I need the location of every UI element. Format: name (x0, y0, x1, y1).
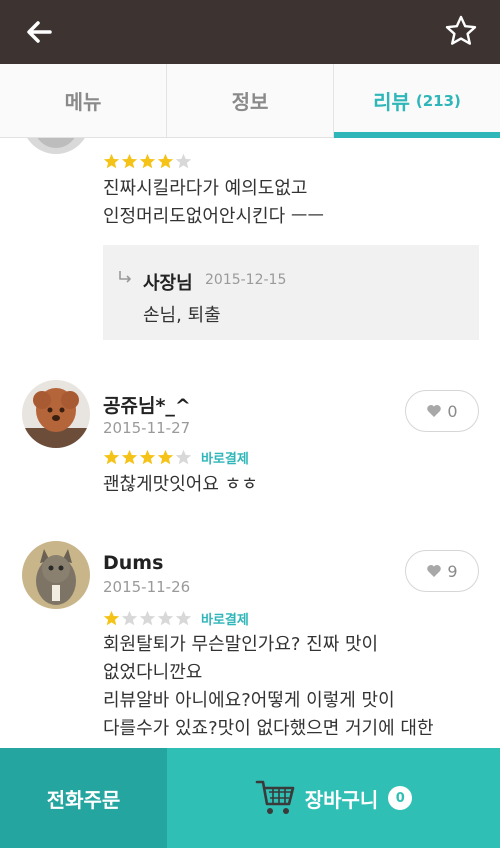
reply-owner: 사장님 (143, 273, 193, 294)
reply-arrow-icon (119, 271, 131, 283)
tab-reviews[interactable]: 리뷰 (213) (334, 64, 500, 138)
heart-icon (427, 565, 442, 577)
star-filled-icon (139, 153, 156, 169)
star-empty-icon (175, 449, 192, 465)
tab-menu[interactable]: 메뉴 (0, 64, 167, 137)
review-text-line: 없었다니깐요 (103, 662, 203, 683)
tab-menu-label: 메뉴 (64, 90, 102, 114)
reviewer-avatar (22, 380, 90, 448)
star-filled-icon (103, 153, 120, 169)
review-text-line: 진짜시킬라다가 예의도없고 (103, 178, 308, 199)
review-list[interactable]: 진짜시킬라다가 예의도없고 인정머리도없어안시킨다 ㅡㅡ 사장님 2015-12… (0, 138, 500, 748)
cart-count-badge: 0 (388, 786, 413, 810)
cart-button[interactable]: 장바구니 0 (167, 748, 500, 848)
star-empty-icon (121, 610, 138, 626)
star-filled-icon (121, 449, 138, 465)
phone-order-label: 전화주문 (46, 787, 121, 812)
tab-info-label: 정보 (231, 90, 269, 114)
tab-bar: 메뉴 정보 리뷰 (213) (0, 64, 500, 138)
review-date: 2015-11-27 (103, 419, 191, 437)
star-outline-icon[interactable] (444, 14, 478, 48)
like-button[interactable]: 9 (405, 550, 479, 592)
star-filled-icon (157, 153, 174, 169)
reviewer-avatar (22, 541, 90, 609)
reviewer-name: Dums (103, 552, 164, 574)
heart-icon (427, 405, 442, 417)
star-empty-icon (157, 610, 174, 626)
review-text-line: 괜찮게맛잇어요 ㅎㅎ (103, 474, 258, 495)
star-filled-icon (103, 610, 120, 626)
star-filled-icon (157, 449, 174, 465)
reply-text: 손님, 퇴출 (143, 305, 221, 326)
review-text-line: 리뷰알바 아니에요?어떻게 이렇게 맛이 (103, 690, 395, 711)
review-date: 2015-11-26 (103, 578, 191, 596)
reviewer-avatar (22, 138, 90, 154)
rating-stars (103, 153, 193, 170)
review-text-line: 다를수가 있죠?맛이 없다했으면 거기에 대한 (103, 718, 434, 739)
reply-date: 2015-12-15 (205, 272, 287, 288)
tab-reviews-label: 리뷰 (373, 90, 410, 114)
star-filled-icon (121, 153, 138, 169)
review-text-line: 인정머리도없어안시킨다 ㅡㅡ (103, 206, 325, 227)
rating-stars: 바로결제 (103, 448, 249, 467)
rating-stars: 바로결제 (103, 609, 249, 628)
direct-payment-badge: 바로결제 (201, 613, 249, 628)
star-empty-icon (175, 610, 192, 626)
direct-payment-badge: 바로결제 (201, 452, 249, 467)
shopping-cart-icon (255, 780, 294, 814)
cart-label: 장바구니 (304, 787, 379, 812)
star-empty-icon (139, 610, 156, 626)
star-empty-icon (175, 153, 192, 169)
owner-reply: 사장님 2015-12-15 손님, 퇴출 (103, 245, 479, 340)
arrow-left-icon[interactable] (22, 14, 58, 50)
top-app-bar (0, 0, 500, 64)
star-filled-icon (139, 449, 156, 465)
like-count: 0 (447, 401, 458, 421)
bottom-action-bar: 전화주문 장바구니 0 (0, 748, 500, 848)
phone-order-button[interactable]: 전화주문 (0, 748, 167, 848)
like-button[interactable]: 0 (405, 390, 479, 432)
reviewer-name: 공쥬님*_^ (103, 395, 191, 417)
review-text-line: 회원탈퇴가 무슨말인가요? 진짜 맛이 (103, 634, 379, 655)
like-count: 9 (447, 561, 458, 581)
star-filled-icon (103, 449, 120, 465)
tab-info[interactable]: 정보 (167, 64, 334, 137)
tab-reviews-count: (213) (415, 91, 461, 110)
